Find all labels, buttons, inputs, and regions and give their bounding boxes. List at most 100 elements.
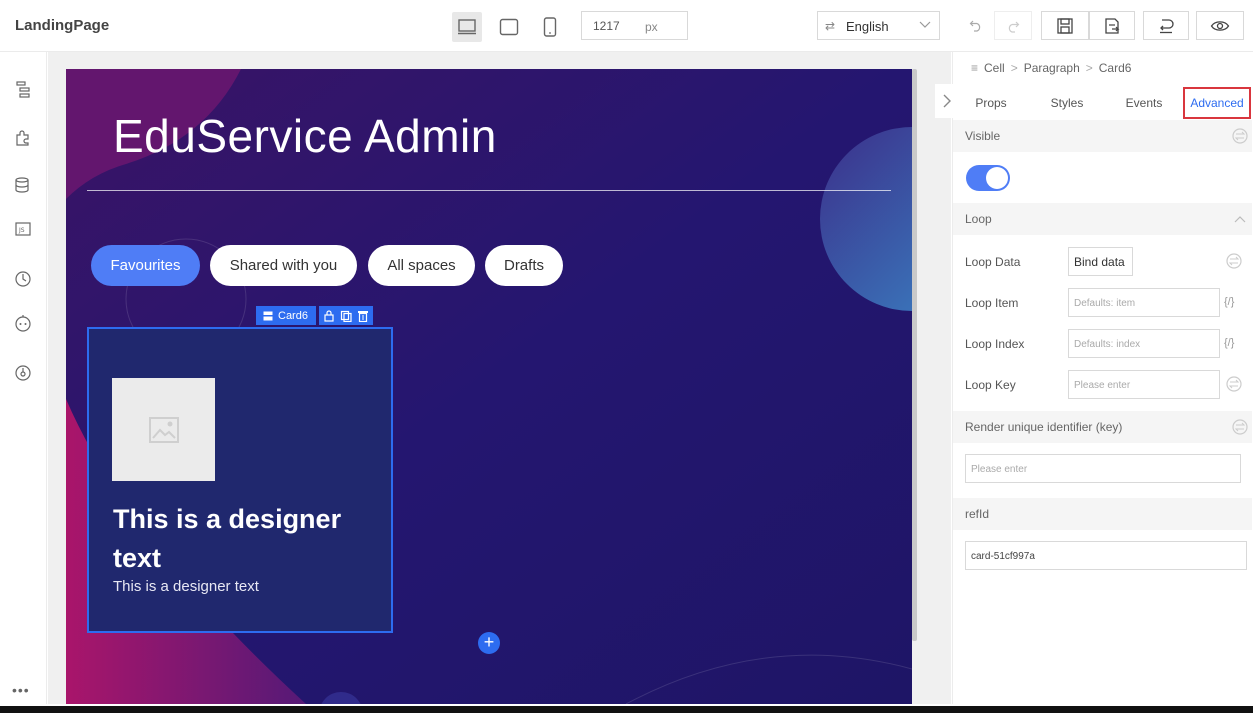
more-icon[interactable]: ••• — [12, 682, 30, 698]
pill-all-spaces[interactable]: All spaces — [368, 245, 475, 286]
components-button[interactable] — [12, 126, 34, 148]
visible-toggle[interactable] — [966, 165, 1010, 191]
chevron-up-icon[interactable] — [1231, 210, 1249, 228]
loop-item-input[interactable]: Defaults: item — [1068, 288, 1220, 317]
visible-section-header: Visible — [953, 120, 1252, 152]
add-component-button[interactable]: + — [478, 632, 500, 654]
save-button[interactable] — [1041, 11, 1089, 40]
loop-key-label: Loop Key — [965, 378, 1016, 392]
breadcrumb-separator-icon: > — [1010, 61, 1018, 75]
loop-index-label: Loop Index — [965, 337, 1025, 351]
outline-icon — [16, 81, 30, 98]
selection-actions — [318, 306, 373, 325]
selected-component-tag[interactable]: Card6 — [256, 306, 316, 325]
preview-button[interactable] — [1196, 11, 1244, 40]
history-button[interactable] — [12, 268, 34, 290]
pill-favourites[interactable]: Favourites — [91, 245, 200, 286]
selected-component-name: Card6 — [278, 309, 308, 322]
bottom-edge — [0, 706, 1253, 713]
mobile-icon — [543, 17, 557, 37]
assistant-button[interactable] — [12, 312, 34, 334]
breadcrumb-separator-icon: > — [1085, 61, 1093, 75]
canvas-scrollbar[interactable] — [912, 69, 917, 641]
component-icon — [263, 311, 273, 320]
design-canvas-area: EduService Admin Favourites Shared with … — [48, 52, 951, 704]
js-icon: JS — [15, 222, 31, 236]
variable-bind-icon[interactable] — [1225, 252, 1243, 270]
canvas-width-value: 1217 — [593, 19, 620, 33]
left-sidebar: JS ••• — [0, 52, 47, 704]
reload-icon — [1160, 18, 1174, 33]
delete-icon[interactable] — [357, 310, 369, 322]
outline-tree-button[interactable] — [12, 78, 34, 100]
desktop-view-button[interactable] — [452, 12, 482, 42]
redo-button[interactable] — [994, 11, 1032, 40]
selected-card[interactable]: This is a designer text This is a design… — [87, 327, 393, 633]
code-expression-icon[interactable]: {/} — [1224, 296, 1234, 308]
js-code-button[interactable]: JS — [12, 218, 34, 240]
loop-item-label: Loop Item — [965, 296, 1019, 310]
breadcrumb-item-cell[interactable]: Cell — [984, 61, 1005, 75]
loop-section-label: Loop — [965, 212, 992, 226]
canvas-width-unit: px — [645, 20, 658, 34]
panel-tabs: Props Styles Events Advanced — [953, 87, 1253, 119]
publish-button[interactable] — [1089, 11, 1135, 40]
hero-title[interactable]: EduService Admin — [113, 109, 497, 163]
eye-icon — [1210, 20, 1230, 31]
key-section-header: Render unique identifier (key) — [953, 411, 1252, 443]
tab-props[interactable]: Props — [969, 87, 1013, 119]
card-image-placeholder[interactable] — [112, 378, 215, 481]
robot-face-icon — [15, 315, 31, 332]
tablet-icon — [499, 18, 519, 36]
refid-input[interactable]: card-51cf997a — [965, 541, 1247, 570]
pill-drafts[interactable]: Drafts — [485, 245, 563, 286]
lock-icon[interactable] — [323, 309, 335, 322]
loop-section-header[interactable]: Loop — [953, 203, 1252, 235]
performance-button[interactable] — [12, 362, 34, 384]
tab-styles[interactable]: Styles — [1045, 87, 1089, 119]
tab-advanced[interactable]: Advanced — [1183, 87, 1251, 119]
breadcrumb-menu-icon: ≡ — [971, 61, 979, 75]
refid-label: refId — [965, 507, 990, 521]
code-expression-icon[interactable]: {/} — [1224, 337, 1234, 349]
language-select[interactable]: ⇄ English — [817, 11, 940, 40]
puzzle-icon — [16, 130, 29, 146]
selection-toolbar: Card6 — [256, 306, 373, 325]
properties-panel: ≡ Cell > Paragraph > Card6 Props Styles … — [935, 52, 1253, 704]
svg-text:JS: JS — [18, 227, 25, 234]
key-input[interactable]: Please enter — [965, 454, 1241, 483]
breadcrumb-item-paragraph[interactable]: Paragraph — [1024, 61, 1080, 75]
mobile-view-button[interactable] — [535, 12, 565, 42]
variable-bind-icon[interactable] — [1231, 127, 1249, 145]
card-title[interactable]: This is a designer text — [113, 500, 383, 578]
breadcrumb: ≡ Cell > Paragraph > Card6 — [971, 61, 1131, 75]
copy-icon[interactable] — [340, 310, 352, 322]
data-source-button[interactable] — [12, 174, 34, 196]
preview-code-button[interactable] — [1143, 11, 1189, 40]
desktop-icon — [458, 19, 476, 35]
clock-icon — [15, 271, 31, 287]
save-icon — [1057, 17, 1073, 34]
undo-button[interactable] — [965, 14, 987, 36]
canvas-width-input[interactable]: 1217 px — [581, 11, 688, 40]
variable-bind-icon[interactable] — [1231, 418, 1249, 436]
loop-key-input[interactable]: Please enter — [1068, 370, 1220, 399]
tablet-view-button[interactable] — [494, 12, 524, 42]
breadcrumb-item-card6[interactable]: Card6 — [1099, 61, 1132, 75]
loop-index-input[interactable]: Defaults: index — [1068, 329, 1220, 358]
redo-icon — [1008, 21, 1020, 33]
pill-shared-with-you[interactable]: Shared with you — [210, 245, 357, 286]
card-subtitle[interactable]: This is a designer text — [113, 578, 259, 595]
hero-divider — [87, 190, 891, 191]
visible-label: Visible — [965, 129, 1001, 143]
swap-icon: ⇄ — [825, 19, 836, 33]
tab-events[interactable]: Events — [1120, 87, 1168, 119]
variable-bind-icon[interactable] — [1225, 375, 1243, 393]
top-toolbar: LandingPage 1217 px ⇄ English — [0, 0, 1253, 52]
image-icon — [148, 416, 179, 443]
chevron-right-icon — [943, 94, 951, 108]
loop-data-bind-button[interactable]: Bind data — [1068, 247, 1133, 276]
toggle-knob — [986, 167, 1008, 189]
undo-icon — [969, 20, 981, 32]
page-canvas[interactable]: EduService Admin Favourites Shared with … — [66, 69, 912, 704]
